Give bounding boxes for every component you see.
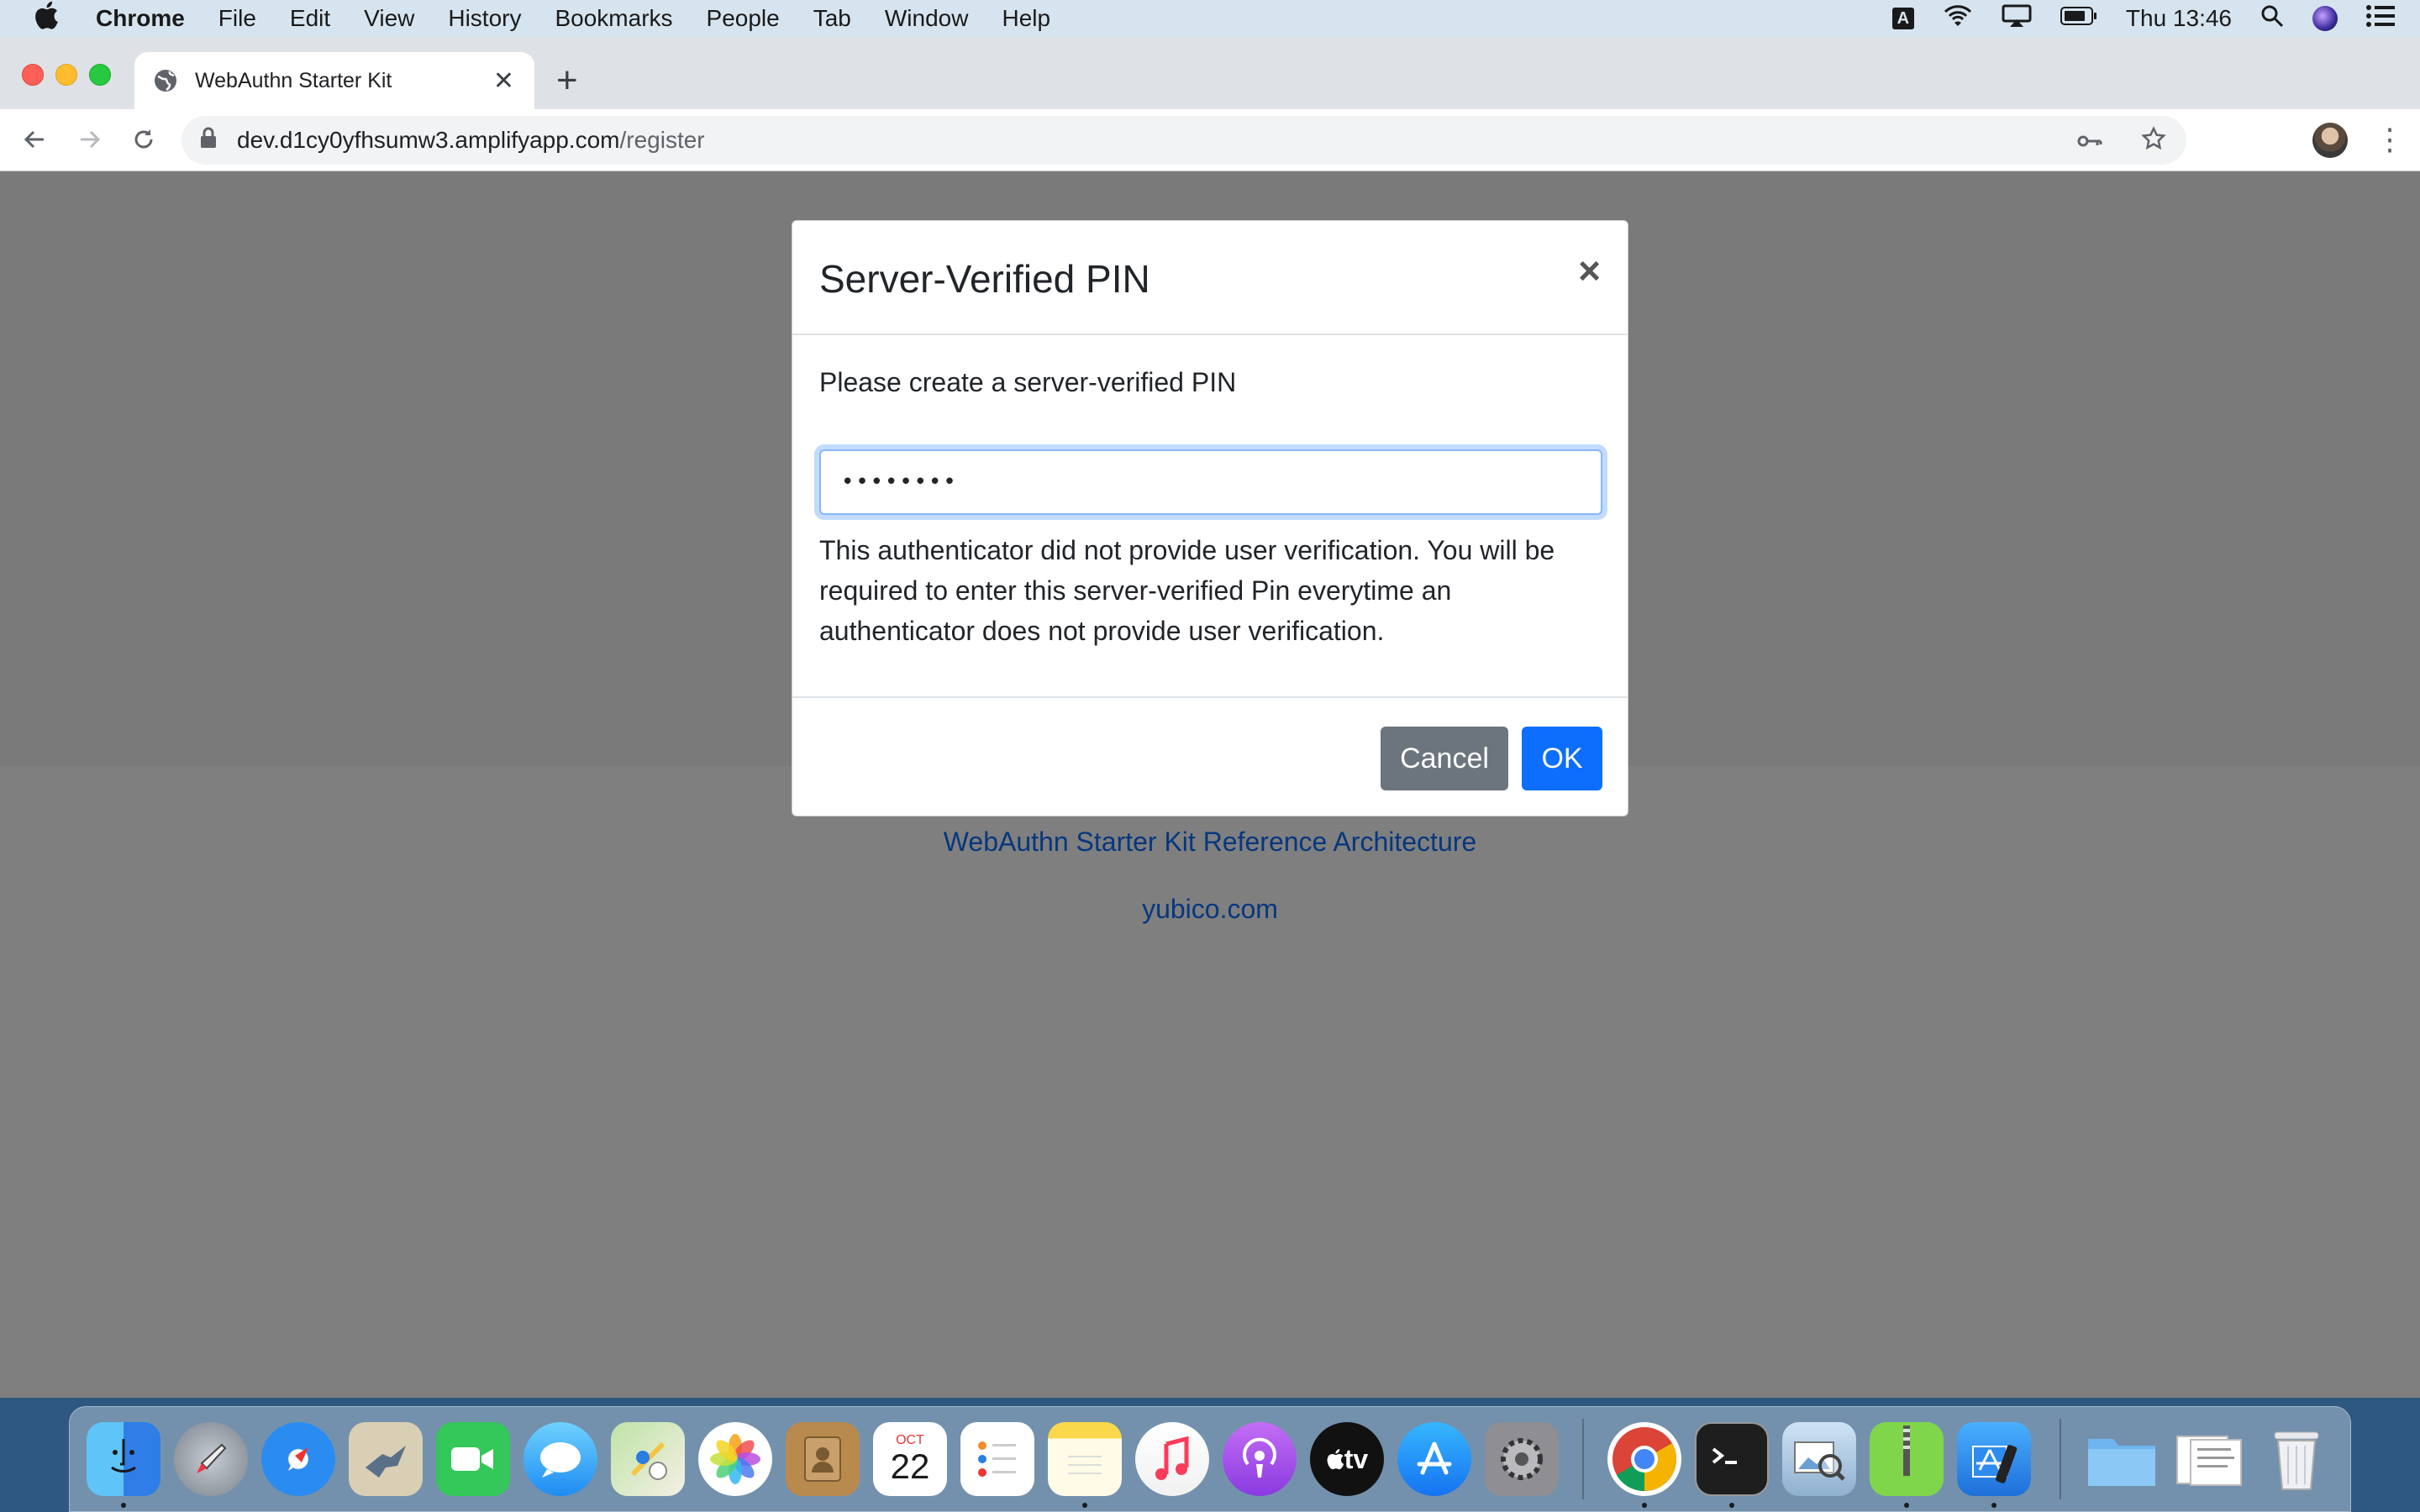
terminal-icon[interactable]	[1695, 1422, 1769, 1496]
apple-tv-label: tv	[1344, 1443, 1369, 1474]
siri-icon[interactable]	[2312, 6, 2338, 31]
menu-app-name[interactable]: Chrome	[96, 5, 185, 32]
menu-history[interactable]: History	[448, 5, 521, 32]
chrome-icon[interactable]	[1607, 1422, 1681, 1496]
apple-tv-icon[interactable]: tv	[1310, 1422, 1384, 1496]
menu-view[interactable]: View	[364, 5, 414, 32]
notes-running-dot	[1082, 1503, 1087, 1508]
url-path: /register	[619, 127, 705, 153]
calendar-icon[interactable]: OCT 22	[873, 1422, 947, 1496]
xcode-running-dot	[1991, 1503, 1996, 1508]
finder-icon[interactable]	[87, 1422, 160, 1496]
wifi-icon[interactable]	[1943, 4, 1973, 34]
xcode-icon[interactable]	[1957, 1422, 2031, 1496]
documents-icon[interactable]	[2172, 1422, 2246, 1496]
close-icon[interactable]: ×	[1578, 251, 1601, 290]
page-viewport: WebAuthn Starter Kit Reference Architect…	[0, 171, 2420, 1398]
menu-people[interactable]: People	[707, 5, 780, 32]
clock[interactable]: Thu 13:46	[2126, 5, 2232, 32]
server-verified-pin-dialog: Server-Verified PIN × Please create a se…	[792, 220, 1628, 816]
ok-button[interactable]: OK	[1522, 727, 1602, 790]
chrome-running-dot	[1642, 1503, 1647, 1508]
music-icon[interactable]	[1135, 1422, 1209, 1496]
menu-bar: Chrome File Edit View History Bookmarks …	[0, 0, 2420, 37]
menu-bookmarks[interactable]: Bookmarks	[555, 5, 672, 32]
photos-icon[interactable]	[698, 1422, 772, 1496]
apple-menu-icon[interactable]	[34, 1, 62, 37]
launchpad-icon[interactable]	[174, 1422, 248, 1496]
menu-tab[interactable]: Tab	[813, 5, 851, 32]
browser-toolbar: dev.d1cy0yfhsumw3.amplifyapp.com/registe…	[0, 109, 2420, 171]
window-close-button[interactable]	[22, 64, 44, 86]
input-source-icon[interactable]: A	[1891, 8, 1914, 29]
forward-arrow-icon[interactable]	[77, 124, 103, 160]
back-arrow-icon[interactable]	[22, 124, 47, 160]
menu-edit[interactable]: Edit	[290, 5, 330, 32]
dock-separator-2	[2060, 1419, 2061, 1499]
reload-icon[interactable]	[131, 124, 156, 160]
terminal-running-dot	[1729, 1503, 1734, 1508]
trash-icon[interactable]	[2260, 1422, 2333, 1496]
omnibox-actions	[2077, 126, 2166, 157]
verification-note: This authenticator did not provide user …	[819, 535, 1555, 646]
bookmark-star-icon[interactable]	[2141, 126, 2166, 157]
airplay-icon[interactable]	[2002, 4, 2032, 34]
globe-icon	[153, 68, 178, 93]
tab-close-icon[interactable]: ✕	[493, 66, 514, 96]
url-host: dev.d1cy0yfhsumw3.amplifyapp.com	[237, 127, 620, 153]
desktop-bottom: OCT 22 tv	[0, 1398, 2420, 1512]
spotlight-search-icon[interactable]	[2260, 4, 2284, 34]
address-bar[interactable]: dev.d1cy0yfhsumw3.amplifyapp.com/registe…	[182, 116, 2186, 165]
mail-icon[interactable]	[349, 1422, 423, 1496]
app-store-icon[interactable]	[1397, 1422, 1471, 1496]
archive-running-dot	[1904, 1503, 1909, 1508]
more-options-icon[interactable]: ⋮	[2375, 121, 2405, 158]
modal-title: Server-Verified PIN	[819, 257, 1150, 301]
tab-title: WebAuthn Starter Kit	[195, 68, 392, 92]
status-area: A Thu 13:46	[1891, 0, 2395, 37]
modal-footer: Cancel OK	[792, 696, 1628, 817]
facetime-icon[interactable]	[436, 1422, 510, 1496]
cancel-button[interactable]: Cancel	[1381, 727, 1508, 790]
menu-window[interactable]: Window	[885, 5, 969, 32]
menu-help[interactable]: Help	[1002, 5, 1050, 32]
preview-icon[interactable]	[1782, 1422, 1856, 1496]
finder-running-dot	[121, 1503, 126, 1508]
new-tab-button[interactable]: +	[556, 62, 578, 99]
calendar-day: 22	[890, 1446, 930, 1486]
contacts-icon[interactable]	[786, 1422, 860, 1496]
folder-icon[interactable]	[2085, 1422, 2159, 1496]
tab-webauthn-starter-kit[interactable]: WebAuthn Starter Kit ✕	[134, 52, 534, 109]
reminders-icon[interactable]	[960, 1422, 1034, 1496]
pin-input[interactable]	[819, 449, 1602, 515]
maps-icon[interactable]	[611, 1422, 685, 1496]
archive-icon[interactable]	[1870, 1422, 1944, 1496]
profile-avatar[interactable]	[2312, 123, 2348, 158]
pin-prompt: Please create a server-verified PIN	[819, 367, 1237, 397]
battery-icon[interactable]	[2060, 5, 2097, 32]
lock-icon[interactable]	[200, 127, 217, 155]
dock-separator	[1582, 1419, 1584, 1499]
notes-icon[interactable]	[1048, 1422, 1122, 1496]
modal-header: Server-Verified PIN ×	[792, 221, 1628, 335]
menu-file[interactable]: File	[218, 5, 256, 32]
safari-icon[interactable]	[261, 1422, 335, 1496]
key-icon[interactable]	[2077, 129, 2102, 155]
tab-strip: WebAuthn Starter Kit ✕ +	[0, 37, 2420, 109]
dock: OCT 22 tv	[69, 1406, 2351, 1512]
window-zoom-button[interactable]	[89, 64, 111, 86]
window-minimize-button[interactable]	[55, 64, 77, 86]
messages-icon[interactable]	[523, 1422, 597, 1496]
notification-center-icon[interactable]	[2366, 4, 2395, 33]
system-preferences-icon[interactable]	[1485, 1422, 1559, 1496]
podcasts-icon[interactable]	[1223, 1422, 1297, 1496]
